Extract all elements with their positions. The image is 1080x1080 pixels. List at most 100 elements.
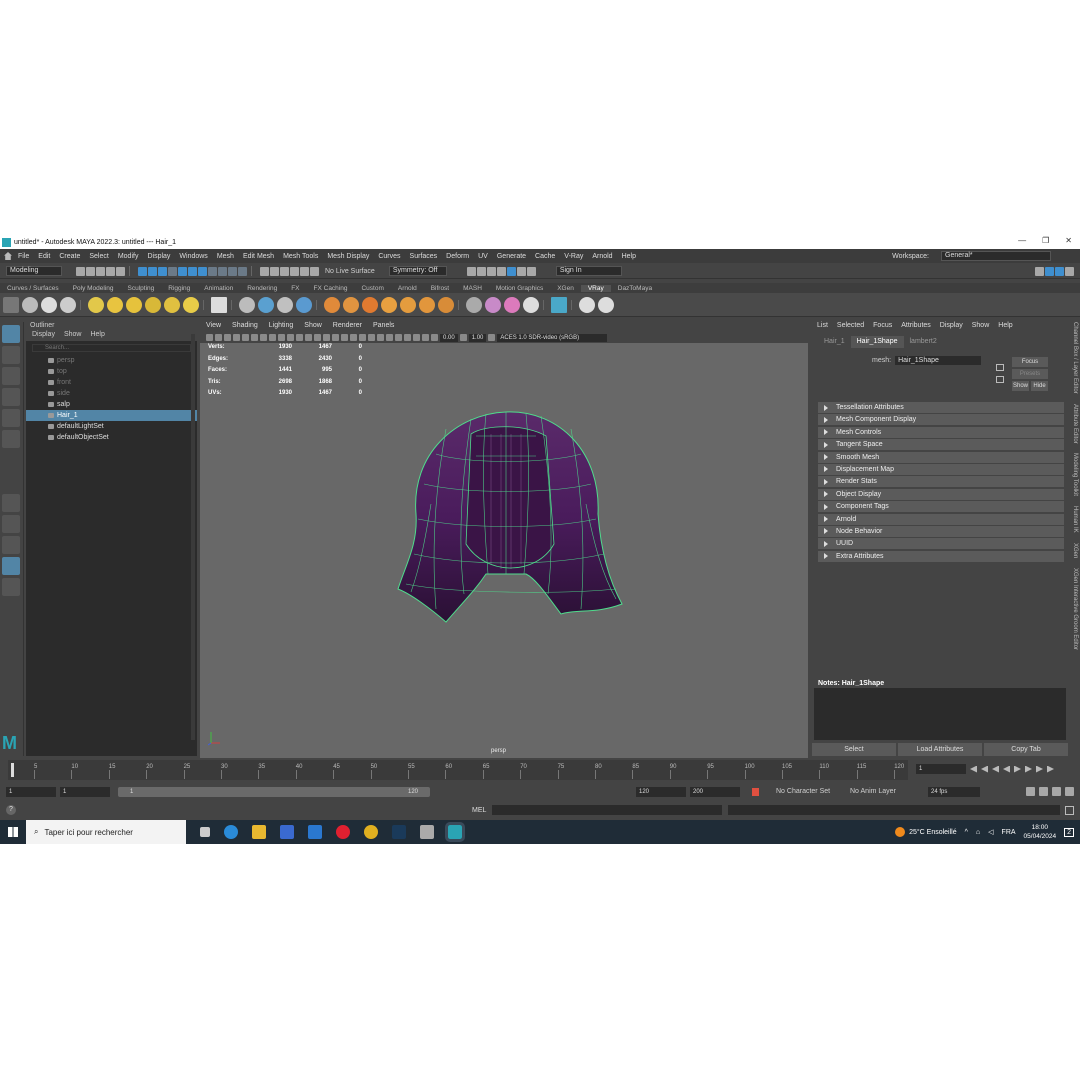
- opera-icon[interactable]: [336, 825, 350, 839]
- side-tab-modeling-toolkit[interactable]: Modeling Toolkit: [1069, 453, 1078, 496]
- joint-mask-icon[interactable]: [238, 266, 247, 276]
- viewport-menu-lighting[interactable]: Lighting: [269, 322, 294, 332]
- photos-icon[interactable]: [420, 825, 434, 839]
- restore-icon[interactable]: ❐: [1042, 236, 1049, 245]
- vray-ies-light-icon[interactable]: [164, 296, 180, 313]
- step-back-frame-icon[interactable]: [992, 766, 999, 773]
- outliner-item[interactable]: defaultObjectSet: [26, 432, 197, 443]
- playback-end-field[interactable]: 120: [636, 787, 686, 797]
- snap-plane-icon[interactable]: [290, 266, 299, 276]
- select-button[interactable]: Select: [812, 743, 896, 756]
- bookmark-icon[interactable]: [224, 334, 231, 341]
- vray-render-icon[interactable]: [516, 266, 526, 276]
- curve-mask-icon[interactable]: [208, 266, 217, 276]
- viewport-menu-shading[interactable]: Shading: [232, 322, 258, 332]
- live-surface-label[interactable]: No Live Surface: [325, 268, 375, 275]
- time-slider[interactable]: 5 10 15 20 25 30 35 40 45 50 55 60 65 70 75 80 85 90 95 100…: [0, 760, 1080, 781]
- shelf-tab-fx-caching[interactable]: FX Caching: [307, 285, 355, 292]
- menu-uv[interactable]: UV: [478, 253, 488, 260]
- xray-icon[interactable]: [404, 334, 411, 341]
- menu-edit[interactable]: Edit: [38, 253, 50, 260]
- shelf-tab-fx[interactable]: FX: [284, 285, 306, 292]
- move-tool-icon[interactable]: [2, 388, 20, 406]
- wireframe-on-shaded-icon[interactable]: [323, 334, 330, 341]
- field-chart-icon[interactable]: [278, 334, 285, 341]
- range-slider[interactable]: 1 120: [118, 787, 430, 797]
- vray-light-icon[interactable]: [88, 296, 104, 313]
- edge-icon[interactable]: [224, 825, 238, 839]
- shelf-tab-daztomaya[interactable]: DazToMaya: [611, 285, 659, 292]
- textured-icon[interactable]: [332, 334, 339, 341]
- edge-mask-icon[interactable]: [178, 266, 187, 276]
- ae-menu-focus[interactable]: Focus: [873, 322, 892, 332]
- network-icon[interactable]: ⌂: [976, 829, 980, 836]
- section-render-stats[interactable]: Render Stats: [818, 476, 1064, 488]
- mesh-name-field[interactable]: Hair_1Shape: [895, 356, 982, 365]
- search-icon[interactable]: [2, 578, 20, 596]
- viewport-panel[interactable]: View Shading Lighting Show Renderer Panels: [200, 322, 808, 758]
- resolution-gate-icon[interactable]: [260, 334, 267, 341]
- outliner-layout-icon[interactable]: [2, 557, 20, 575]
- chevron-up-icon[interactable]: ^: [965, 829, 968, 836]
- menu-mesh-tools[interactable]: Mesh Tools: [283, 253, 318, 260]
- go-to-end-icon[interactable]: [1047, 765, 1054, 773]
- maya-taskbar-icon[interactable]: [445, 822, 465, 842]
- notification-icon[interactable]: 2: [1064, 827, 1074, 837]
- outliner-item[interactable]: salp: [26, 399, 197, 410]
- menu-display[interactable]: Display: [147, 253, 170, 260]
- ae-menu-show[interactable]: Show: [972, 322, 990, 332]
- wireframe-icon[interactable]: [305, 334, 312, 341]
- shelf-tab-animation[interactable]: Animation: [197, 285, 240, 292]
- vray-sphere-light-icon[interactable]: [126, 296, 142, 313]
- menu-create[interactable]: Create: [59, 253, 80, 260]
- vray-blend-mtl-icon[interactable]: [343, 296, 359, 313]
- shelf-tab-custom[interactable]: Custom: [354, 285, 390, 292]
- presets-button[interactable]: Presets: [1012, 369, 1048, 379]
- step-forward-frame-icon[interactable]: [1025, 765, 1032, 773]
- outliner-menu-show[interactable]: Show: [64, 331, 82, 341]
- outliner-toggle-icon[interactable]: [1045, 266, 1054, 276]
- preferences-icon[interactable]: [1065, 787, 1074, 796]
- vray-sun-icon[interactable]: [183, 296, 199, 313]
- steam-icon[interactable]: [392, 825, 406, 839]
- chrome-icon[interactable]: [364, 825, 378, 839]
- load-attributes-button[interactable]: Load Attributes: [898, 743, 982, 756]
- redo-icon[interactable]: [116, 266, 125, 276]
- character-set-select[interactable]: No Character Set: [776, 788, 830, 795]
- timeline-ruler[interactable]: 5 10 15 20 25 30 35 40 45 50 55 60 65 70 75 80 85 90 95 100…: [8, 760, 908, 780]
- ae-tab-hair-1shape[interactable]: Hair_1Shape: [850, 336, 904, 348]
- vray-fur-icon[interactable]: [277, 296, 293, 313]
- vray-hair-mtl-icon[interactable]: [362, 296, 378, 313]
- anti-aliasing-icon[interactable]: [377, 334, 384, 341]
- outliner-scrollbar[interactable]: [191, 334, 195, 740]
- snap-grid-icon[interactable]: [260, 266, 269, 276]
- camera-select-icon[interactable]: [206, 334, 213, 341]
- four-view-icon[interactable]: [2, 515, 20, 533]
- single-view-icon[interactable]: [2, 494, 20, 512]
- shelf-tab-arnold[interactable]: Arnold: [391, 285, 424, 292]
- section-component-tags[interactable]: Component Tags: [818, 501, 1064, 513]
- exposure-icon[interactable]: [431, 334, 438, 341]
- menu-generate[interactable]: Generate: [497, 253, 526, 260]
- menu-arnold[interactable]: Arnold: [592, 253, 612, 260]
- home-icon[interactable]: [4, 252, 12, 260]
- outliner-menu-display[interactable]: Display: [32, 331, 55, 341]
- section-mesh-controls[interactable]: Mesh Controls: [818, 426, 1064, 438]
- ae-menu-selected[interactable]: Selected: [837, 322, 864, 332]
- menu-modify[interactable]: Modify: [118, 253, 139, 260]
- film-gate-icon[interactable]: [251, 334, 258, 341]
- menu-surfaces[interactable]: Surfaces: [410, 253, 438, 260]
- ae-menu-display[interactable]: Display: [940, 322, 963, 332]
- color-management-icon[interactable]: [488, 334, 496, 341]
- store-icon[interactable]: [280, 825, 294, 839]
- section-node-behavior[interactable]: Node Behavior: [818, 525, 1064, 537]
- save-scene-icon[interactable]: [96, 266, 105, 276]
- side-tab-channel-box-layer-editor[interactable]: Channel Box / Layer Editor: [1069, 322, 1078, 394]
- snap-surface-icon[interactable]: [300, 266, 309, 276]
- vray-multi-icon[interactable]: [504, 296, 520, 313]
- minimize-icon[interactable]: —: [1018, 236, 1026, 245]
- menu-curves[interactable]: Curves: [378, 253, 400, 260]
- section-extra-attributes[interactable]: Extra Attributes: [818, 550, 1064, 562]
- vray-mtl-icon[interactable]: [324, 296, 340, 313]
- vray-obj-props-icon[interactable]: [466, 296, 482, 313]
